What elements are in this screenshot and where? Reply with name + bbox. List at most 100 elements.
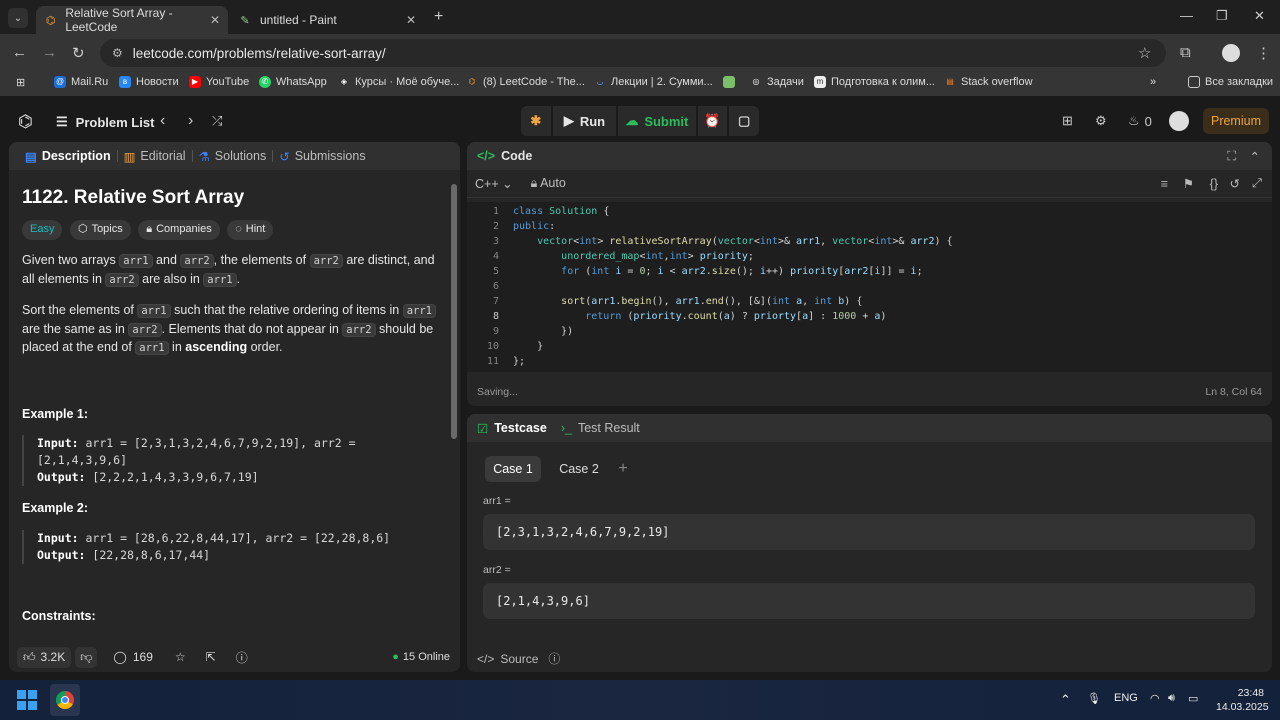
browser-tab-leetcode[interactable]: ⌬ Relative Sort Array - LeetCode ✕ (36, 6, 228, 34)
wifi-icon[interactable]: ◠ (1150, 692, 1160, 705)
run-button[interactable]: ▶ Run (552, 106, 617, 136)
forward-button[interactable]: → (42, 44, 57, 61)
auto-mode[interactable]: 🔒︎ Auto (531, 176, 566, 191)
close-tab-icon[interactable]: ✕ (406, 13, 416, 27)
tab-editorial[interactable]: ▥ Editorial (118, 149, 192, 164)
arr2-input[interactable]: [2,1,4,3,9,6] (483, 583, 1255, 619)
collapse-icon[interactable]: ⌃ (1250, 149, 1260, 164)
bookmark-olymp[interactable]: m Подготовка к олим... (814, 76, 935, 88)
case-2-tab[interactable]: Case 2 (553, 456, 605, 482)
bookmarks-overflow-icon[interactable]: » (1150, 76, 1156, 88)
prev-problem-button[interactable]: ‹ (160, 112, 165, 130)
bookmark-image[interactable] (723, 76, 740, 88)
settings-gear-icon[interactable]: ⚙ (1095, 113, 1107, 129)
user-avatar[interactable] (1169, 111, 1189, 131)
tab-testcase[interactable]: Testcase (494, 421, 547, 435)
layout-icon[interactable]: ⊞ (1062, 113, 1073, 129)
browser-menu-icon[interactable]: ⋮ (1256, 44, 1271, 62)
share-icon[interactable]: ⇱ (206, 650, 216, 664)
premium-button[interactable]: Premium (1203, 108, 1269, 134)
language-select[interactable]: C++ ⌄ (475, 176, 513, 191)
tab-description[interactable]: ▤ Description (19, 149, 117, 164)
battery-icon[interactable]: ▭ (1188, 692, 1198, 705)
bookmark-lectures[interactable]: ◡ Лекции | 2. Сумми... (594, 76, 713, 88)
topics-pill[interactable]: ⬡ Topics (69, 220, 131, 240)
streak-fire-icon[interactable]: ♨ 0 (1128, 113, 1152, 129)
profile-avatar[interactable] (1222, 44, 1240, 62)
cursor-position: Ln 8, Col 64 (1205, 386, 1262, 398)
debug-icon[interactable]: ✱ (521, 106, 551, 136)
expand-icon[interactable]: ⤢ (1252, 176, 1262, 191)
maximize-button[interactable]: ❐ (1216, 8, 1228, 24)
case-1-tab[interactable]: Case 1 (485, 456, 541, 482)
new-tab-button[interactable]: + (434, 8, 443, 26)
solutions-icon: ⚗ (198, 149, 210, 164)
windows-start-icon[interactable] (17, 690, 37, 710)
reset-icon[interactable]: ↺ (1230, 176, 1240, 191)
volume-icon[interactable]: 🔊︎ (1168, 692, 1175, 705)
microphone-icon[interactable]: 🎙︎ (1087, 692, 1101, 705)
add-case-icon[interactable]: + (613, 456, 633, 482)
tray-chevron-icon[interactable]: ⌃ (1060, 692, 1071, 708)
dislike-button[interactable]: 👎︎ (75, 646, 98, 668)
shuffle-icon[interactable]: ⤮ (212, 113, 222, 129)
site-info-icon[interactable]: ⚙ (112, 46, 123, 60)
bookmark-whatsapp[interactable]: ✆ WhatsApp (259, 76, 327, 88)
arr1-input[interactable]: [2,3,1,3,2,4,6,7,9,2,19] (483, 514, 1255, 550)
reload-button[interactable]: ↻ (72, 44, 85, 62)
source-footer[interactable]: </> Source ⓘ (477, 650, 560, 667)
bookmark-courses[interactable]: ◈ Курсы · Моё обуче... (338, 76, 459, 88)
all-bookmarks[interactable]: Все закладки (1188, 76, 1273, 88)
difficulty-badge[interactable]: Easy (22, 220, 63, 240)
braces-icon[interactable]: {} (1210, 177, 1218, 191)
code-line: unordered_map<int,int> priority; (561, 251, 754, 262)
chrome-taskbar-icon[interactable] (50, 684, 80, 716)
arr2-label: arr2 = (483, 564, 511, 576)
tab-solutions[interactable]: ⚗ Solutions (193, 149, 273, 164)
thumbs-down-icon: 👎︎ (80, 649, 93, 664)
clock[interactable]: 23:48 14.03.2025 (1216, 686, 1269, 714)
bookmark-youtube[interactable]: ▶ YouTube (189, 76, 249, 88)
problem-list-button[interactable]: ☰ Problem List (56, 114, 154, 130)
tab-submissions[interactable]: ↺ Submissions (273, 149, 371, 164)
help-icon[interactable]: ⓘ (236, 649, 248, 666)
close-tab-icon[interactable]: ✕ (210, 13, 220, 27)
like-button[interactable]: 👍︎ 3.2K (17, 646, 72, 668)
companies-pill[interactable]: 🔒︎ Companies (138, 220, 220, 240)
code-line: vector<int> relativeSortArray(vector<int… (537, 236, 953, 247)
fullscreen-icon[interactable]: ⛶ (1227, 149, 1236, 164)
bookmark-stackoverflow[interactable]: ▤ Stack overflow (944, 76, 1032, 88)
code-editor[interactable]: 1 2 3 4 5 6 7 8 9 10 11 class Solution {… (467, 202, 1272, 372)
leetcode-logo-icon[interactable]: ⌬ (18, 112, 33, 132)
back-button[interactable]: ← (12, 44, 27, 61)
bookmark-mailru[interactable]: @ Mail.Ru (54, 76, 108, 88)
language-indicator[interactable]: ENG (1114, 692, 1138, 704)
apps-icon[interactable]: ⊞ (16, 76, 25, 89)
favorite-star-icon[interactable]: ☆ (175, 650, 186, 664)
extensions-icon[interactable]: ⧉ (1180, 44, 1191, 61)
leetcode-favicon-icon: ⌬ (45, 14, 56, 27)
bookmark-leetcode[interactable]: ⌬ (8) LeetCode - The... (466, 76, 585, 88)
bookmark-star-icon[interactable]: ☆ (1138, 44, 1151, 62)
comments-button[interactable]: ◯ 169 (113, 650, 152, 664)
comment-icon: ◯ (113, 650, 127, 664)
timer-icon[interactable]: ⏰ (697, 106, 728, 136)
tab-search-button[interactable]: ⌄ (8, 8, 28, 28)
tab-test-result[interactable]: Test Result (578, 421, 640, 435)
lock-icon: 🔒︎ (146, 223, 153, 236)
browser-tab-paint[interactable]: ✎ untitled - Paint ✕ (230, 6, 424, 34)
notes-icon[interactable]: ▢ (729, 106, 759, 136)
code-panel: </> Code ⛶ ⌃ C++ ⌄ 🔒︎ Auto ≡ ⚑ {} ↺ ⤢ 1 … (467, 142, 1272, 406)
address-bar[interactable]: ⚙ leetcode.com/problems/relative-sort-ar… (100, 39, 1166, 67)
bookmark-news[interactable]: в Новости (119, 76, 179, 88)
description-scrollbar[interactable] (451, 184, 457, 439)
next-problem-button[interactable]: › (188, 112, 193, 130)
hint-pill[interactable]: ◌ Hint (227, 220, 274, 240)
bookmark-icon[interactable]: ⚑ (1183, 176, 1194, 191)
bookmark-tasks[interactable]: ◎ Задачи (750, 76, 804, 88)
submit-button[interactable]: ☁ Submit (618, 106, 696, 136)
example-2-title: Example 2: (22, 501, 89, 515)
close-window-button[interactable]: ✕ (1254, 8, 1265, 24)
minimize-button[interactable]: — (1180, 8, 1193, 23)
format-icon[interactable]: ≡ (1161, 177, 1168, 191)
